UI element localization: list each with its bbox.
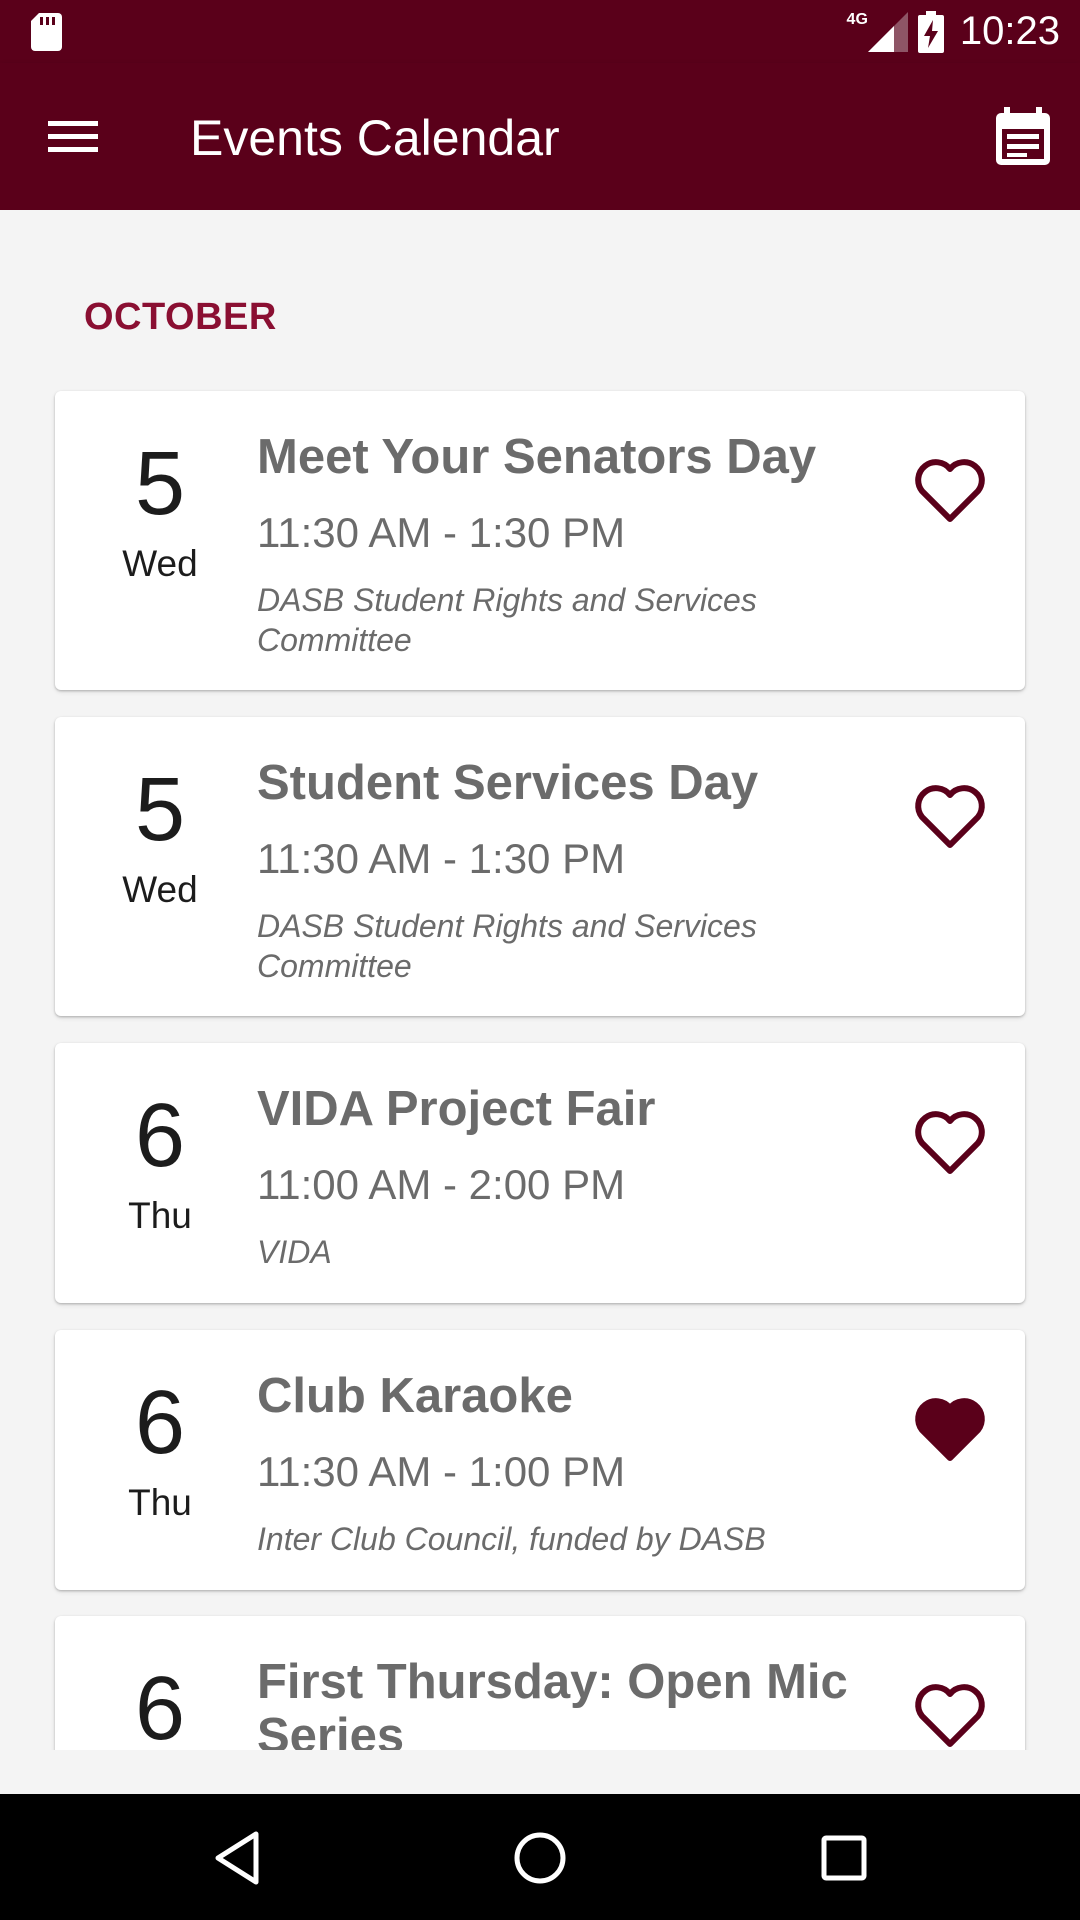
event-card[interactable]: 6 First Thursday: Open Mic Series [55, 1616, 1025, 1750]
event-time: 11:30 AM - 1:30 PM [257, 835, 626, 882]
month-heading: OCTOBER [84, 296, 277, 338]
event-weekday: Thu [128, 1195, 192, 1236]
event-time: 11:30 AM - 1:30 PM [257, 509, 626, 556]
back-triangle-icon[interactable] [206, 1826, 270, 1890]
event-day: 6 [134, 1659, 186, 1750]
home-circle-icon[interactable] [508, 1826, 572, 1890]
system-nav-bar [0, 1794, 1080, 1920]
event-weekday: Wed [122, 543, 198, 584]
event-title: First Thursday: Open Mic Series [257, 1655, 848, 1750]
event-weekday: Thu [128, 1482, 192, 1523]
event-title: Club Karaoke [257, 1369, 573, 1423]
event-card[interactable]: 6 Thu Club Karaoke 11:30 AM - 1:00 PM In… [55, 1330, 1025, 1590]
heart-outline-icon[interactable] [910, 779, 990, 853]
event-card[interactable]: 5 Wed Student Services Day 11:30 AM - 1:… [55, 717, 1025, 1016]
event-day: 5 [134, 434, 186, 534]
event-day: 6 [134, 1086, 186, 1186]
network-type-label: 4G [846, 10, 868, 28]
event-day: 6 [134, 1373, 186, 1473]
hamburger-menu-icon[interactable] [36, 103, 110, 169]
heart-filled-icon[interactable] [910, 1392, 990, 1466]
event-card[interactable]: 5 Wed Meet Your Senators Day 11:30 AM - … [55, 391, 1025, 690]
event-card[interactable]: 6 Thu VIDA Project Fair 11:00 AM - 2:00 … [55, 1043, 1025, 1303]
heart-outline-icon[interactable] [910, 1678, 990, 1750]
event-title: Student Services Day [257, 756, 759, 810]
event-title: VIDA Project Fair [257, 1082, 656, 1136]
status-bar: 4G 10:23 [0, 0, 1080, 63]
event-organizer: DASB Student Rights and Services Committ… [257, 582, 757, 658]
heart-outline-icon[interactable] [910, 453, 990, 527]
event-time: 11:00 AM - 2:00 PM [257, 1161, 626, 1208]
event-title: Meet Your Senators Day [257, 430, 817, 484]
heart-outline-icon[interactable] [910, 1105, 990, 1179]
page-title: Events Calendar [190, 110, 560, 166]
recents-square-icon[interactable] [812, 1826, 876, 1890]
cell-signal-icon [867, 11, 908, 52]
status-time: 10:23 [959, 9, 1060, 53]
event-organizer: DASB Student Rights and Services Committ… [257, 908, 757, 984]
event-organizer: Inter Club Council, funded by DASB [257, 1521, 766, 1557]
app-bar: Events Calendar [0, 63, 1080, 210]
events-list[interactable]: OCTOBER 5 Wed Meet Your Senators Day 11:… [0, 210, 1080, 1750]
event-organizer: VIDA [257, 1234, 332, 1270]
status-icons: 4G 10:23 [847, 0, 1060, 63]
calendar-icon[interactable] [990, 103, 1056, 169]
event-weekday: Wed [122, 869, 198, 910]
event-time: 11:30 AM - 1:00 PM [257, 1448, 626, 1495]
event-day: 5 [134, 760, 186, 860]
battery-charging-icon [917, 10, 944, 53]
sd-card-icon [31, 13, 62, 51]
